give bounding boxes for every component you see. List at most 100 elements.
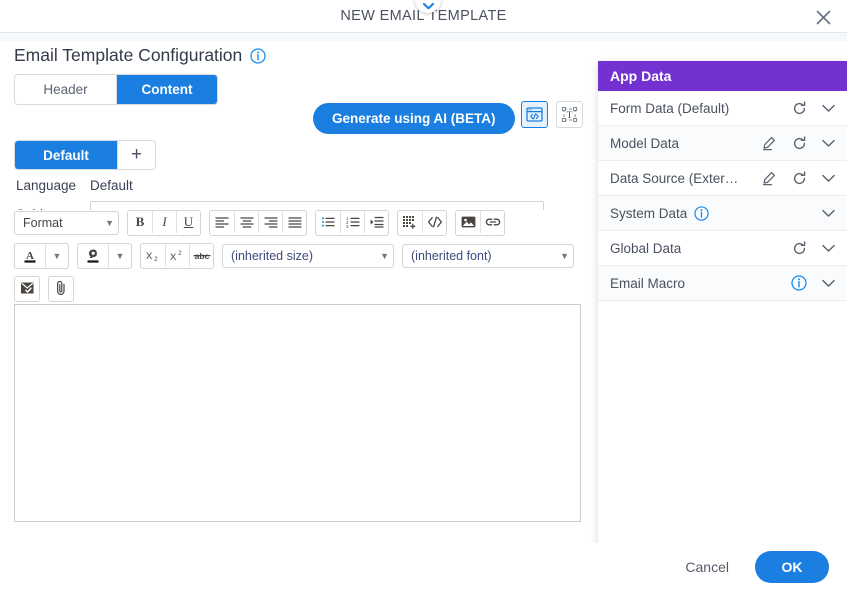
- alignment-group: [209, 210, 307, 236]
- editor-toolbar-row-3: [14, 276, 581, 302]
- align-justify-icon: [287, 217, 302, 228]
- format-select-value: Format: [23, 216, 63, 230]
- html-source-view-icon: [526, 107, 543, 122]
- language-value: Default: [90, 178, 133, 193]
- chevron-down-icon: ▼: [105, 217, 114, 228]
- attach-file-button[interactable]: [49, 277, 73, 299]
- chevron-down-icon[interactable]: [821, 275, 835, 291]
- media-group: [455, 210, 505, 236]
- align-left-button[interactable]: [210, 211, 234, 233]
- app-data-row-label: Global Data: [610, 240, 682, 256]
- text-color-button[interactable]: A: [15, 244, 45, 268]
- highlight-color-dropdown[interactable]: ▼: [108, 244, 131, 268]
- text-box-view-button[interactable]: T: [556, 101, 583, 128]
- text-color-icon: A: [24, 250, 36, 263]
- tab-header[interactable]: Header: [15, 75, 116, 104]
- bulleted-list-button[interactable]: [316, 211, 340, 233]
- info-icon[interactable]: [791, 275, 807, 291]
- format-select[interactable]: Format ▼: [14, 211, 119, 235]
- refresh-icon[interactable]: [791, 135, 807, 151]
- app-data-row-email-macro[interactable]: Email Macro: [598, 266, 847, 301]
- chevron-down-icon: ▼: [380, 250, 389, 261]
- numbered-list-button[interactable]: 1 2 3: [340, 211, 364, 233]
- app-data-row-global-data[interactable]: Global Data: [598, 231, 847, 266]
- insert-template-group: [14, 276, 40, 302]
- font-family-select[interactable]: (inherited font) ▼: [402, 244, 574, 268]
- chevron-down-icon[interactable]: [821, 240, 835, 256]
- language-chip-default[interactable]: Default: [15, 141, 117, 169]
- chevron-down-icon[interactable]: [821, 170, 835, 186]
- body-top-strip: [0, 33, 847, 41]
- cancel-button[interactable]: Cancel: [681, 553, 733, 581]
- editor-content-area[interactable]: [14, 304, 581, 522]
- bold-button[interactable]: B: [128, 211, 152, 233]
- chevron-down-icon[interactable]: [821, 205, 835, 221]
- list-group: 1 2 3: [315, 210, 389, 236]
- bulleted-list-icon: [321, 217, 335, 227]
- app-data-header: App Data: [598, 61, 847, 91]
- increase-indent-button[interactable]: [364, 211, 388, 233]
- highlight-color-button[interactable]: [78, 244, 108, 268]
- font-size-select-value: (inherited size): [231, 249, 313, 263]
- app-data-row-actions: [761, 170, 835, 186]
- refresh-icon[interactable]: [791, 100, 807, 116]
- app-data-row-actions: [821, 205, 835, 221]
- chevron-down-icon[interactable]: [821, 135, 835, 151]
- align-left-icon: [215, 217, 229, 228]
- insert-template-button[interactable]: [15, 277, 39, 299]
- text-style-group: B I U: [127, 210, 201, 236]
- text-color-dropdown[interactable]: ▼: [45, 244, 68, 268]
- superscript-icon: X 2: [170, 251, 182, 262]
- subscript-button[interactable]: X 2: [141, 244, 165, 266]
- svg-text:3: 3: [346, 224, 349, 228]
- chevron-down-icon: [422, 2, 434, 10]
- app-data-row-label: Model Data: [610, 135, 680, 151]
- align-right-button[interactable]: [258, 211, 282, 233]
- numbered-list-icon: 1 2 3: [346, 216, 360, 228]
- close-icon: [816, 10, 830, 24]
- strikethrough-button[interactable]: abc: [189, 244, 213, 266]
- app-data-panel: App Data Form Data (Default) Model Data …: [598, 61, 847, 563]
- app-data-row-data-source[interactable]: Data Source (Exter…: [598, 161, 847, 196]
- html-source-view-button[interactable]: [521, 101, 548, 128]
- editor-toolbar-row-1: Format ▼ B I U 1 2 3: [14, 210, 581, 236]
- tab-content[interactable]: Content: [116, 75, 217, 104]
- superscript-button[interactable]: X 2: [165, 244, 189, 266]
- font-family-select-value: (inherited font): [411, 249, 492, 263]
- system-data-info-icon[interactable]: [694, 205, 709, 221]
- align-center-button[interactable]: [234, 211, 258, 233]
- link-icon: [485, 218, 500, 226]
- dialog-footer: Cancel OK: [0, 543, 847, 591]
- ok-button[interactable]: OK: [755, 551, 829, 583]
- insert-link-button[interactable]: [480, 211, 504, 233]
- app-data-row-label: Form Data (Default): [610, 100, 730, 116]
- email-template-dialog: NEW EMAIL TEMPLATE Email Template Config…: [0, 0, 847, 591]
- align-justify-button[interactable]: [282, 211, 306, 233]
- edit-pencil-icon[interactable]: [761, 170, 777, 186]
- app-data-row-system-data[interactable]: System Data: [598, 196, 847, 231]
- page-title-info-icon[interactable]: [250, 47, 266, 64]
- insert-group: [397, 210, 447, 236]
- refresh-icon[interactable]: [791, 170, 807, 186]
- refresh-icon[interactable]: [791, 240, 807, 256]
- app-data-row-actions: [791, 275, 835, 291]
- italic-button[interactable]: I: [152, 211, 176, 233]
- app-data-row-form-data[interactable]: Form Data (Default): [598, 91, 847, 126]
- generate-using-ai-button[interactable]: Generate using AI (BETA): [313, 103, 515, 134]
- source-code-button[interactable]: [422, 211, 446, 233]
- app-data-row-label: Email Macro: [610, 275, 686, 291]
- subscript-icon: X 2: [146, 251, 158, 262]
- language-row: Language Default: [16, 178, 133, 193]
- chevron-down-icon[interactable]: [821, 100, 835, 116]
- edit-pencil-icon[interactable]: [761, 135, 777, 151]
- app-data-row-model-data[interactable]: Model Data: [598, 126, 847, 161]
- insert-image-button[interactable]: [456, 211, 480, 233]
- font-size-select[interactable]: (inherited size) ▼: [222, 244, 394, 268]
- close-button[interactable]: [809, 3, 837, 31]
- add-language-button[interactable]: +: [117, 141, 155, 169]
- dialog-body: Email Template Configuration Header Cont…: [0, 33, 847, 563]
- underline-button[interactable]: U: [176, 211, 200, 233]
- language-tabs: Default +: [14, 140, 156, 170]
- insert-table-button[interactable]: [398, 211, 422, 233]
- page-title: Email Template Configuration: [14, 45, 266, 66]
